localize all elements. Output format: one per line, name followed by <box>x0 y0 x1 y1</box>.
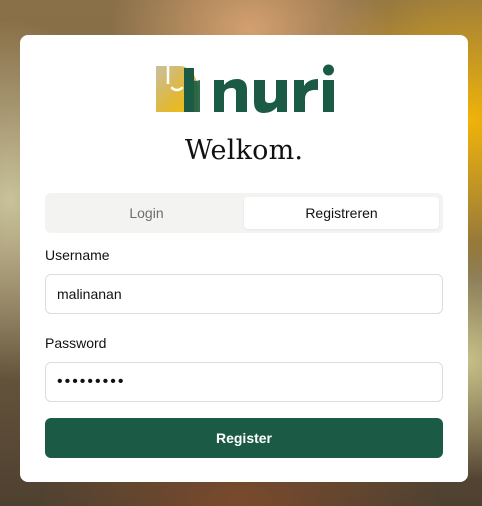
register-button[interactable]: Register <box>45 418 443 458</box>
password-label: Password <box>45 335 107 351</box>
tab-login[interactable]: Login <box>49 197 244 229</box>
nuri-logo-graphic <box>156 64 334 113</box>
tab-register[interactable]: Registreren <box>244 197 439 229</box>
auth-tabs: Login Registreren <box>45 193 443 233</box>
username-label: Username <box>45 247 110 263</box>
password-input[interactable] <box>45 362 443 402</box>
register-card: Welkom. Login Registreren Username Passw… <box>20 35 468 482</box>
welcome-heading: Welkom. <box>184 135 304 166</box>
nuri-logo <box>156 62 336 119</box>
username-input[interactable] <box>45 274 443 314</box>
